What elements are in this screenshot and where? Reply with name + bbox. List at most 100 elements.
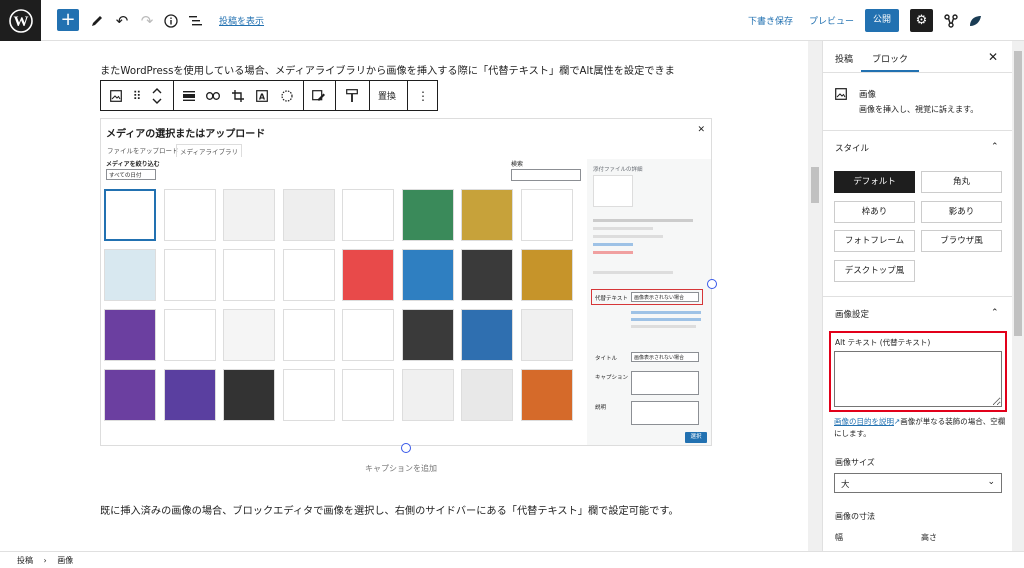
select-button: 選択 (685, 432, 707, 443)
media-search-input (511, 169, 581, 181)
media-thumbnail (520, 369, 573, 421)
block-toolbar: ⠿ A 置換 ⋮ (100, 80, 438, 111)
description-label: 説明 (595, 405, 607, 411)
align-icon[interactable] (179, 81, 199, 110)
sidebar-scrollbar-thumb[interactable] (1014, 51, 1022, 336)
breadcrumb-separator: › (43, 556, 47, 565)
add-block-button[interactable]: + (57, 9, 79, 31)
alt-text-input: 画像表示されない場合 (631, 292, 699, 302)
image-settings-title[interactable]: 画像設定 (835, 308, 869, 320)
media-thumbnail (104, 189, 156, 241)
drag-handle-icon[interactable]: ⠿ (127, 81, 147, 110)
undo-icon[interactable]: ↶ (111, 10, 133, 32)
detail-line (593, 235, 663, 238)
link-icon[interactable] (203, 81, 223, 110)
media-thumbnail (461, 189, 513, 241)
text-overlay-icon[interactable]: A (252, 81, 272, 110)
alt-text-textarea[interactable] (834, 351, 1002, 407)
style-browser-button[interactable]: ブラウザ風 (921, 230, 1002, 252)
height-label: 高さ (921, 533, 937, 542)
width-label: 幅 (835, 533, 843, 542)
plugin-icon[interactable] (940, 10, 962, 32)
media-thumbnail (342, 189, 394, 241)
chevron-up-icon[interactable]: ⌃ (991, 142, 999, 152)
toolbar-divider (407, 81, 408, 110)
replace-button[interactable]: 置換 (373, 81, 401, 110)
toolbar-divider (303, 81, 304, 110)
media-thumbnail (282, 249, 335, 301)
style-desktop-button[interactable]: デスクトップ風 (834, 260, 915, 282)
styles-panel-title[interactable]: スタイル (835, 142, 869, 154)
alt-text-label: Alt テキスト (代替テキスト) (835, 338, 931, 347)
description-input (631, 401, 699, 425)
sidebar-scrollbar[interactable] (1012, 41, 1024, 551)
image-size-select[interactable]: 大 ⌄ (834, 473, 1002, 493)
toolbar-divider (335, 81, 336, 110)
image-edit-icon[interactable] (309, 81, 329, 110)
media-filter-label: メディアを絞り込む (106, 161, 160, 168)
style-shadow-button[interactable]: 影あり (921, 201, 1002, 223)
media-thumbnail (104, 309, 156, 361)
help-line (631, 318, 701, 321)
block-description: 画像を挿入し、視覚に訴えます。 (859, 105, 979, 114)
pencil-icon[interactable] (86, 10, 108, 32)
tab-block[interactable]: ブロック (872, 52, 908, 65)
title-label: タイトル (595, 356, 618, 362)
paragraph-block[interactable]: またWordPressを使用している場合、メディアライブラリから画像を挿入する際… (100, 62, 675, 77)
media-thumbnail (401, 309, 454, 361)
preview-button[interactable]: プレビュー (809, 14, 854, 27)
redo-icon[interactable]: ↷ (136, 10, 158, 32)
breadcrumb-item-image[interactable]: 画像 (57, 556, 73, 565)
image-size-label: 画像サイズ (835, 458, 875, 467)
close-icon[interactable]: ✕ (988, 50, 998, 64)
publish-button[interactable]: 公開 (865, 9, 899, 32)
wordpress-logo-icon[interactable]: W (0, 0, 41, 41)
block-name: 画像 (859, 90, 877, 100)
crop-icon[interactable] (228, 81, 248, 110)
close-icon: ✕ (697, 125, 705, 135)
media-thumbnail (163, 369, 216, 421)
toolbar-divider (369, 81, 370, 110)
style-bordered-button[interactable]: 枠あり (834, 201, 915, 223)
style-photo-frame-button[interactable]: フォトフレーム (834, 230, 915, 252)
media-thumbnail (342, 369, 394, 421)
style-rounded-button[interactable]: 角丸 (921, 171, 1002, 193)
view-post-link[interactable]: 投稿を表示 (219, 14, 264, 27)
settings-gear-icon[interactable]: ⚙ (910, 9, 933, 32)
tab-post[interactable]: 投稿 (835, 52, 853, 65)
svg-text:A: A (259, 92, 266, 101)
tab-media-library: メディアライブラリ (176, 144, 243, 157)
breadcrumb-item-post[interactable]: 投稿 (17, 556, 33, 565)
media-thumbnail (163, 249, 216, 301)
list-view-icon[interactable] (185, 10, 207, 32)
image-dimensions-label: 画像の寸法 (835, 512, 875, 521)
resize-handle-right[interactable] (707, 279, 717, 289)
caption-input (631, 371, 699, 395)
style-default-button[interactable]: デフォルト (834, 171, 915, 193)
toolbar-divider (173, 81, 174, 110)
move-up-down-icon[interactable] (147, 81, 167, 110)
search-label: 検索 (511, 161, 524, 168)
detail-line (593, 227, 653, 230)
image-block[interactable]: メディアの選択またはアップロード ✕ ファイルをアップロード メディアライブラリ… (100, 118, 712, 446)
more-options-icon[interactable]: ⋮ (413, 81, 433, 110)
editor-scrollbar[interactable] (808, 41, 822, 551)
media-thumbnail (223, 369, 275, 421)
resize-handle-bottom[interactable] (401, 443, 411, 453)
jetpack-leaf-icon[interactable] (964, 10, 986, 32)
alt-help-link[interactable]: 画像の目的を説明 (834, 417, 894, 426)
save-draft-button[interactable]: 下書き保存 (748, 14, 793, 27)
paint-roller-icon[interactable] (342, 81, 362, 110)
duotone-icon[interactable] (277, 81, 297, 110)
attachment-thumbnail (593, 175, 633, 207)
media-thumbnail (461, 309, 513, 361)
info-icon[interactable] (160, 10, 182, 32)
paragraph-block[interactable]: 既に挿入済みの画像の場合、ブロックエディタで画像を選択し、右側のサイドバーにある… (100, 502, 710, 521)
breadcrumb: 投稿 › 画像 (0, 551, 1024, 568)
editor-scrollbar-thumb[interactable] (811, 167, 819, 203)
caption-placeholder[interactable]: キャプションを追加 (365, 463, 437, 474)
chevron-up-icon[interactable]: ⌃ (991, 308, 999, 318)
svg-text:W: W (13, 14, 28, 30)
media-thumbnail (282, 189, 335, 241)
image-block-icon[interactable] (105, 81, 127, 110)
